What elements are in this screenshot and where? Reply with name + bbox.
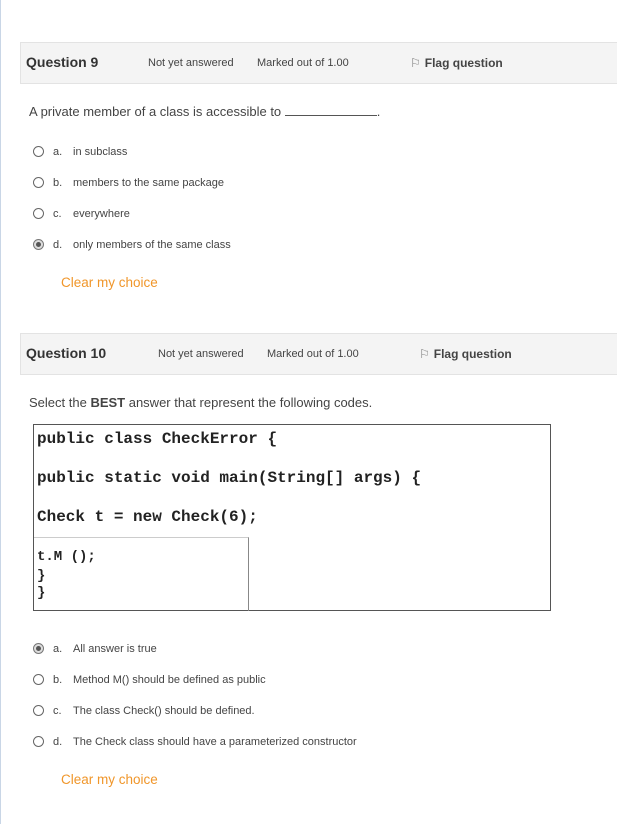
question-text-main: A private member of a class is accessibl… <box>29 104 282 119</box>
question-state: Not yet answered <box>158 348 244 360</box>
question-grade: Marked out of 1.00 <box>257 57 349 69</box>
clear-choice-link[interactable]: Clear my choice <box>61 275 158 290</box>
option-letter: d. <box>53 736 63 748</box>
radio-icon[interactable] <box>33 705 44 716</box>
question-text-end: . <box>376 104 381 119</box>
option-letter: a. <box>53 643 63 655</box>
code-line: public static void main(String[] args) { <box>37 469 422 487</box>
question-number: Question 9 <box>26 54 99 70</box>
flag-question-label: Flag question <box>424 56 503 70</box>
question-9-header: Question 9 Not yet answered Marked out o… <box>20 42 617 84</box>
radio-icon[interactable] <box>33 146 44 157</box>
code-line: t.M (); <box>37 549 96 565</box>
option-text: The Check class should have a parameteri… <box>73 736 357 748</box>
radio-icon[interactable] <box>33 208 44 219</box>
answer-blank <box>284 105 377 116</box>
option-letter: c. <box>53 208 62 220</box>
option-text: only members of the same class <box>73 239 231 251</box>
flag-icon: ⚐ <box>410 56 421 70</box>
question-grade: Marked out of 1.00 <box>267 348 359 360</box>
code-line: } <box>37 585 46 601</box>
question-text-post: answer that represent the following code… <box>125 395 373 410</box>
option-letter: c. <box>53 705 62 717</box>
option-letter: d. <box>53 239 63 251</box>
code-line: Check t = new Check(6); <box>37 508 258 526</box>
question-10-header: Question 10 Not yet answered Marked out … <box>20 333 617 375</box>
flag-question-link[interactable]: ⚐ Flag question <box>419 347 512 361</box>
option-text: Method M() should be defined as public <box>73 674 266 686</box>
flag-icon: ⚐ <box>419 347 430 361</box>
clear-choice-link[interactable]: Clear my choice <box>61 772 158 787</box>
question-text: A private member of a class is accessibl… <box>29 104 380 119</box>
code-image: public class CheckError { public static … <box>33 424 551 611</box>
page-edge <box>0 0 1 824</box>
question-text-pre: Select the <box>29 395 91 410</box>
code-line: } <box>37 568 46 584</box>
flag-question-link[interactable]: ⚐ Flag question <box>410 56 503 70</box>
radio-icon[interactable] <box>33 177 44 188</box>
code-line: public class CheckError { <box>37 430 278 448</box>
radio-icon[interactable] <box>33 736 44 747</box>
radio-icon[interactable] <box>33 239 44 250</box>
option-letter: a. <box>53 146 63 158</box>
question-state: Not yet answered <box>148 57 234 69</box>
option-text: The class Check() should be defined. <box>73 705 255 717</box>
option-letter: b. <box>53 674 63 686</box>
option-text: All answer is true <box>73 643 157 655</box>
radio-icon[interactable] <box>33 643 44 654</box>
question-text: Select the BEST answer that represent th… <box>29 395 372 410</box>
question-text-bold: BEST <box>90 395 126 410</box>
option-text: everywhere <box>73 208 130 220</box>
option-text: members to the same package <box>73 177 225 189</box>
option-text: in subclass <box>73 146 128 158</box>
flag-question-label: Flag question <box>433 347 512 361</box>
question-number: Question 10 <box>26 345 107 361</box>
radio-icon[interactable] <box>33 674 44 685</box>
option-letter: b. <box>53 177 63 189</box>
